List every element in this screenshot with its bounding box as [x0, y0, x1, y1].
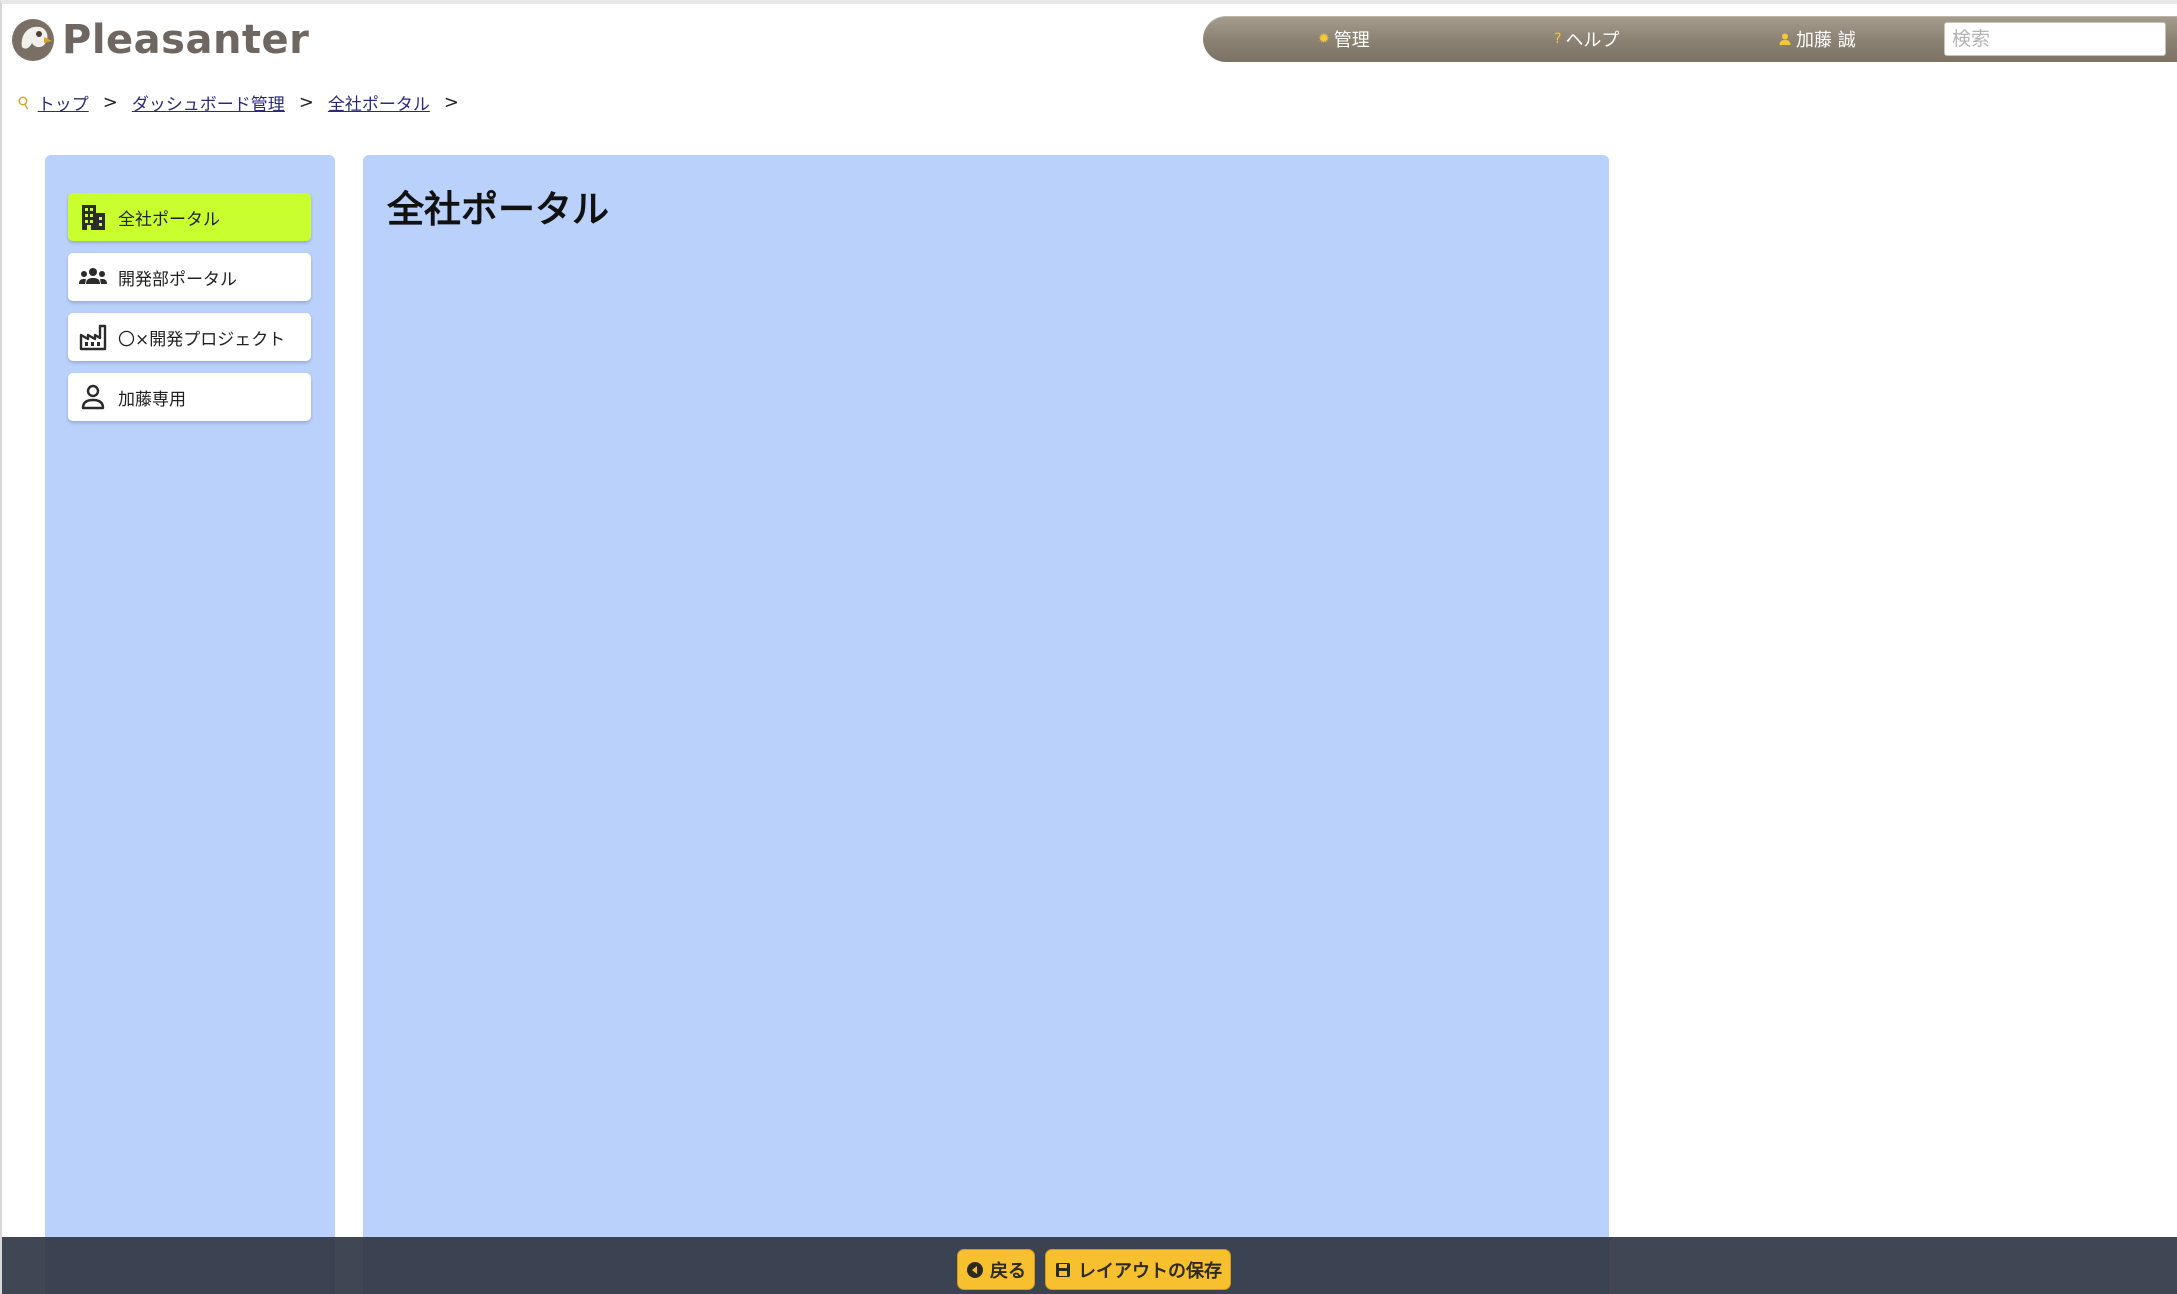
breadcrumb-item-top[interactable]: トップ	[38, 90, 89, 115]
app-name: Pleasanter	[62, 17, 310, 63]
breadcrumb-item-dashboard-admin[interactable]: ダッシュボード管理	[132, 90, 285, 115]
factory-icon	[79, 324, 107, 351]
save-layout-button-label: レイアウトの保存	[1078, 1260, 1222, 1282]
back-button-label: 戻る	[990, 1260, 1026, 1282]
top-menu-bar: ✹ 管理 ? ヘルプ 加藤 誠	[1203, 16, 2177, 62]
nav-item-dev-project[interactable]: 〇×開発プロジェクト	[68, 313, 311, 361]
back-button[interactable]: 戻る	[957, 1249, 1035, 1290]
nav-item-label: 全社ポータル	[118, 209, 220, 230]
nav-item-label: 〇×開発プロジェクト	[118, 329, 286, 350]
breadcrumb-separator: >	[298, 91, 314, 113]
group-icon	[79, 268, 107, 284]
question-icon: ?	[1554, 31, 1562, 47]
save-layout-button[interactable]: レイアウトの保存	[1045, 1249, 1231, 1290]
breadcrumb: ⚲ トップ > ダッシュボード管理 > 全社ポータル >	[14, 88, 473, 116]
dashboard-nav-panel: 全社ポータル 開発部ポータル 〇×開発プロジェクト 加藤専用	[45, 155, 335, 1294]
person-icon	[81, 384, 105, 410]
help-menu[interactable]: ? ヘルプ	[1554, 16, 1619, 62]
gear-icon: ✹	[1318, 31, 1330, 47]
page: Pleasanter ✹ 管理 ? ヘルプ 加藤 誠 ⚲ トップ > ダッシュボ…	[0, 0, 2177, 1294]
bottom-action-bar: 戻る レイアウトの保存	[2, 1237, 2177, 1294]
user-icon	[1779, 33, 1791, 45]
user-menu-label: 加藤 誠	[1796, 30, 1856, 51]
nav-item-company-portal[interactable]: 全社ポータル	[68, 193, 311, 241]
help-menu-label: ヘルプ	[1565, 30, 1620, 51]
back-arrow-icon	[967, 1261, 983, 1278]
admin-menu[interactable]: ✹ 管理	[1318, 16, 1370, 62]
nav-item-kato-personal[interactable]: 加藤専用	[68, 373, 311, 421]
breadcrumb-item-company-portal[interactable]: 全社ポータル	[328, 90, 430, 115]
breadcrumb-separator: >	[102, 91, 118, 113]
nav-item-label: 開発部ポータル	[118, 269, 237, 290]
building-icon	[82, 205, 105, 230]
user-menu[interactable]: 加藤 誠	[1778, 16, 1856, 62]
save-icon	[1056, 1262, 1070, 1277]
nav-item-label: 加藤専用	[118, 389, 186, 410]
parrot-logo-icon	[12, 19, 54, 61]
admin-menu-label: 管理	[1333, 30, 1370, 51]
app-logo[interactable]: Pleasanter	[10, 14, 309, 66]
dashboard-main-panel: 全社ポータル	[363, 155, 1609, 1294]
breadcrumb-separator: >	[443, 91, 459, 113]
nav-item-dev-portal[interactable]: 開発部ポータル	[68, 253, 311, 301]
page-title: 全社ポータル	[387, 188, 609, 231]
pin-icon: ⚲	[14, 90, 34, 114]
search-input[interactable]	[1944, 22, 2166, 56]
